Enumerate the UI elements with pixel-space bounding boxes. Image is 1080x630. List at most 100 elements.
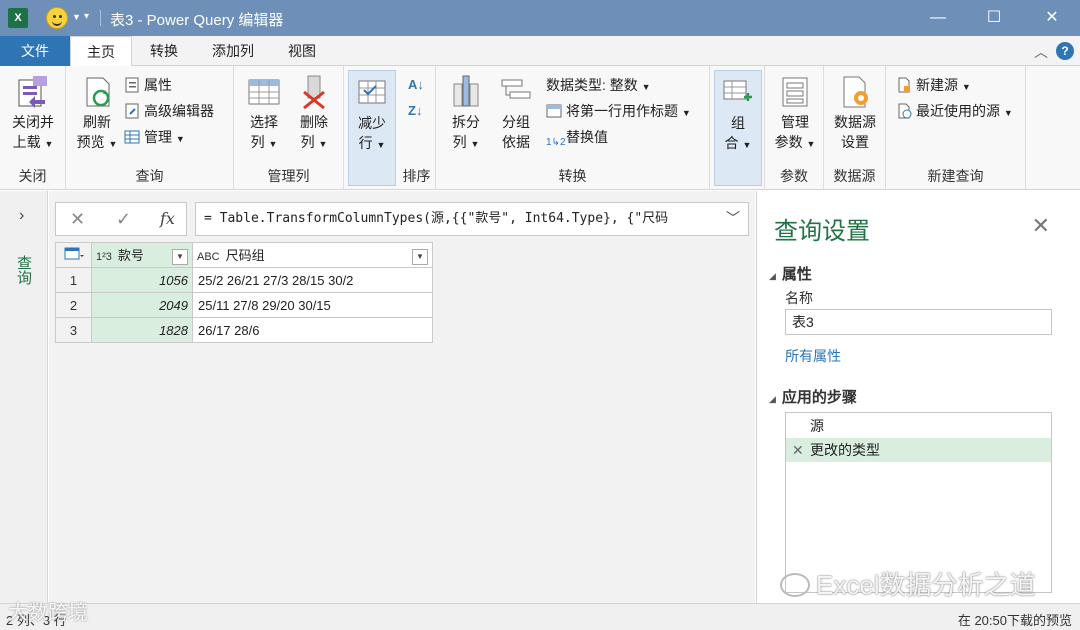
choose-columns-button[interactable]: 选择 列 ▼ bbox=[240, 74, 288, 154]
whole-number-type-icon[interactable]: 1²3 bbox=[96, 251, 112, 263]
remove-columns-button[interactable]: 删除 列 ▼ bbox=[290, 74, 338, 154]
chevron-down-icon: ▼ bbox=[108, 139, 118, 149]
column-header-code[interactable]: 1²3 款号 ▼ bbox=[91, 242, 193, 268]
formula-bar[interactable]: = Table.TransformColumnTypes(源,{{"款号", I… bbox=[195, 202, 749, 236]
close-pane-icon[interactable]: ✕ bbox=[1032, 213, 1050, 239]
header-row-icon bbox=[546, 103, 562, 119]
applied-steps-heading[interactable]: ◢ 应用的步骤 bbox=[769, 386, 857, 407]
grid-header-row: 1²3 款号 ▼ ABC 尺码组 ▼ bbox=[55, 242, 433, 268]
all-properties-link[interactable]: 所有属性 bbox=[785, 346, 841, 366]
column-filter-dropdown[interactable]: ▼ bbox=[412, 249, 428, 265]
refresh-preview-button[interactable]: 刷新 预览 ▼ bbox=[72, 74, 122, 154]
cancel-formula-icon[interactable]: ✕ bbox=[70, 209, 85, 230]
advanced-editor-button[interactable]: 高级编辑器 bbox=[124, 100, 214, 122]
group-label: 查询 bbox=[135, 168, 164, 184]
step-source[interactable]: 源 bbox=[786, 414, 1051, 438]
table-row: 2 2049 25/11 27/8 29/20 30/15 bbox=[55, 292, 433, 318]
new-source-button[interactable]: 新建源 ▼ bbox=[896, 74, 971, 96]
text-type-icon[interactable]: ABC bbox=[197, 251, 220, 263]
tab-transform[interactable]: 转换 bbox=[134, 36, 194, 66]
queries-label[interactable]: 查询 bbox=[14, 255, 34, 285]
advanced-editor-icon bbox=[124, 103, 140, 119]
combine-button[interactable]: 组 合 ▼ bbox=[714, 70, 762, 186]
confirm-formula-icon[interactable]: ✓ bbox=[116, 209, 131, 230]
cell-code[interactable]: 2049 bbox=[91, 292, 193, 318]
expand-formula-icon[interactable]: ﹀ bbox=[726, 203, 740, 235]
chevron-down-icon: ▼ bbox=[318, 139, 328, 149]
title-bar: X ▼ ▾ 表3 - Power Query 编辑器 — ☐ ✕ bbox=[0, 0, 1080, 36]
chevron-down-icon: ▼ bbox=[1003, 108, 1013, 118]
table-menu-icon[interactable] bbox=[55, 242, 92, 268]
collapse-triangle-icon: ◢ bbox=[769, 271, 776, 281]
help-icon[interactable]: ? bbox=[1056, 42, 1074, 60]
ribbon-tabs: 文件 主页 转换 添加列 视图 ︿ ? bbox=[0, 36, 1080, 67]
cell-code[interactable]: 1828 bbox=[91, 317, 193, 343]
manage-parameters-icon bbox=[777, 74, 813, 110]
data-source-settings-button[interactable]: 数据源 设置 bbox=[826, 74, 884, 152]
reduce-rows-button[interactable]: 减少 行 ▼ bbox=[348, 70, 396, 186]
tab-file[interactable]: 文件 bbox=[0, 36, 70, 66]
properties-heading[interactable]: ◢ 属性 bbox=[769, 263, 812, 284]
minimize-button[interactable]: — bbox=[910, 0, 966, 36]
chevron-down-icon: ▼ bbox=[961, 82, 971, 92]
cell-sizes[interactable]: 25/2 26/21 27/3 28/15 30/2 bbox=[192, 267, 433, 293]
group-reduce-rows: 减少 行 ▼ bbox=[344, 66, 398, 190]
replace-values-icon: 1↳2 bbox=[546, 137, 566, 148]
status-bar: 2 列、3 行 在 20:50下载的预览 bbox=[0, 603, 1080, 630]
chevron-down-icon[interactable]: ▼ bbox=[72, 12, 81, 22]
fx-icon[interactable]: fx bbox=[160, 209, 175, 228]
cell-code[interactable]: 1056 bbox=[91, 267, 193, 293]
column-filter-dropdown[interactable]: ▼ bbox=[172, 249, 188, 265]
group-parameters: 管理 参数 ▼ 参数 bbox=[764, 66, 824, 190]
row-number: 1 bbox=[55, 267, 92, 293]
expand-queries-icon[interactable]: › bbox=[19, 207, 24, 225]
excel-icon: X bbox=[8, 8, 28, 28]
collapse-ribbon-icon[interactable]: ︿ bbox=[1034, 42, 1048, 62]
group-by-button[interactable]: 分组 依据 bbox=[492, 74, 540, 152]
query-name-input[interactable]: 表3 bbox=[785, 309, 1052, 335]
data-type-dropdown[interactable]: 数据类型: 整数 ▼ bbox=[546, 74, 651, 96]
tab-home[interactable]: 主页 bbox=[70, 36, 132, 67]
step-changed-type[interactable]: ✕ 更改的类型 bbox=[786, 438, 1051, 462]
wechat-icon bbox=[780, 573, 810, 597]
status-preview-time: 在 20:50下载的预览 bbox=[957, 613, 1072, 628]
query-settings-title: 查询设置 bbox=[774, 218, 870, 245]
manage-parameters-button[interactable]: 管理 参数 ▼ bbox=[769, 74, 821, 154]
tab-add-column[interactable]: 添加列 bbox=[198, 36, 268, 66]
data-source-settings-icon bbox=[837, 74, 873, 110]
customize-quick-access-icon[interactable]: ▾ bbox=[84, 11, 89, 22]
group-label: 参数 bbox=[780, 168, 808, 184]
close-apply-icon bbox=[15, 74, 51, 110]
split-column-button[interactable]: 拆分 列 ▼ bbox=[442, 74, 490, 154]
replace-values-button[interactable]: 1↳2替换值 bbox=[546, 126, 608, 148]
remove-columns-icon bbox=[296, 74, 332, 110]
smiley-feedback-icon[interactable] bbox=[46, 7, 68, 29]
split-column-icon bbox=[448, 74, 484, 110]
cell-sizes[interactable]: 26/17 28/6 bbox=[192, 317, 433, 343]
cell-sizes[interactable]: 25/11 27/8 29/20 30/15 bbox=[192, 292, 433, 318]
collapse-triangle-icon: ◢ bbox=[769, 394, 776, 404]
choose-columns-icon bbox=[246, 74, 282, 110]
name-label: 名称 bbox=[785, 290, 813, 306]
group-by-icon bbox=[498, 74, 534, 110]
close-button[interactable]: ✕ bbox=[1024, 0, 1080, 36]
tab-view[interactable]: 视图 bbox=[272, 36, 332, 66]
close-apply-button[interactable]: 关闭并 上载 ▼ bbox=[4, 74, 62, 154]
recent-sources-button[interactable]: 最近使用的源 ▼ bbox=[896, 100, 1013, 122]
chevron-down-icon: ▼ bbox=[806, 139, 816, 149]
group-label: 新建查询 bbox=[927, 168, 984, 184]
sort-descending-icon[interactable]: Z↓ bbox=[408, 100, 422, 122]
manage-button[interactable]: 管理 ▼ bbox=[124, 126, 185, 148]
chevron-down-icon: ▼ bbox=[376, 140, 386, 150]
delete-step-icon[interactable]: ✕ bbox=[792, 438, 804, 462]
maximize-button[interactable]: ☐ bbox=[966, 0, 1022, 36]
group-manage-columns: 选择 列 ▼ 删除 列 ▼ 管理列 bbox=[234, 66, 344, 190]
chevron-down-icon: ▼ bbox=[44, 139, 54, 149]
group-label: 排序 bbox=[402, 168, 431, 184]
properties-button[interactable]: 属性 bbox=[124, 74, 172, 96]
group-transform: 拆分 列 ▼ 分组 依据 数据类型: 整数 ▼ 将第一行用作标题 ▼ 1↳2替换… bbox=[436, 66, 710, 190]
use-first-row-headers-button[interactable]: 将第一行用作标题 ▼ bbox=[546, 100, 691, 122]
column-header-sizes[interactable]: ABC 尺码组 ▼ bbox=[192, 242, 433, 268]
group-new-query: 新建源 ▼ 最近使用的源 ▼ 新建查询 bbox=[886, 66, 1026, 190]
sort-ascending-icon[interactable]: A↓ bbox=[408, 74, 424, 96]
